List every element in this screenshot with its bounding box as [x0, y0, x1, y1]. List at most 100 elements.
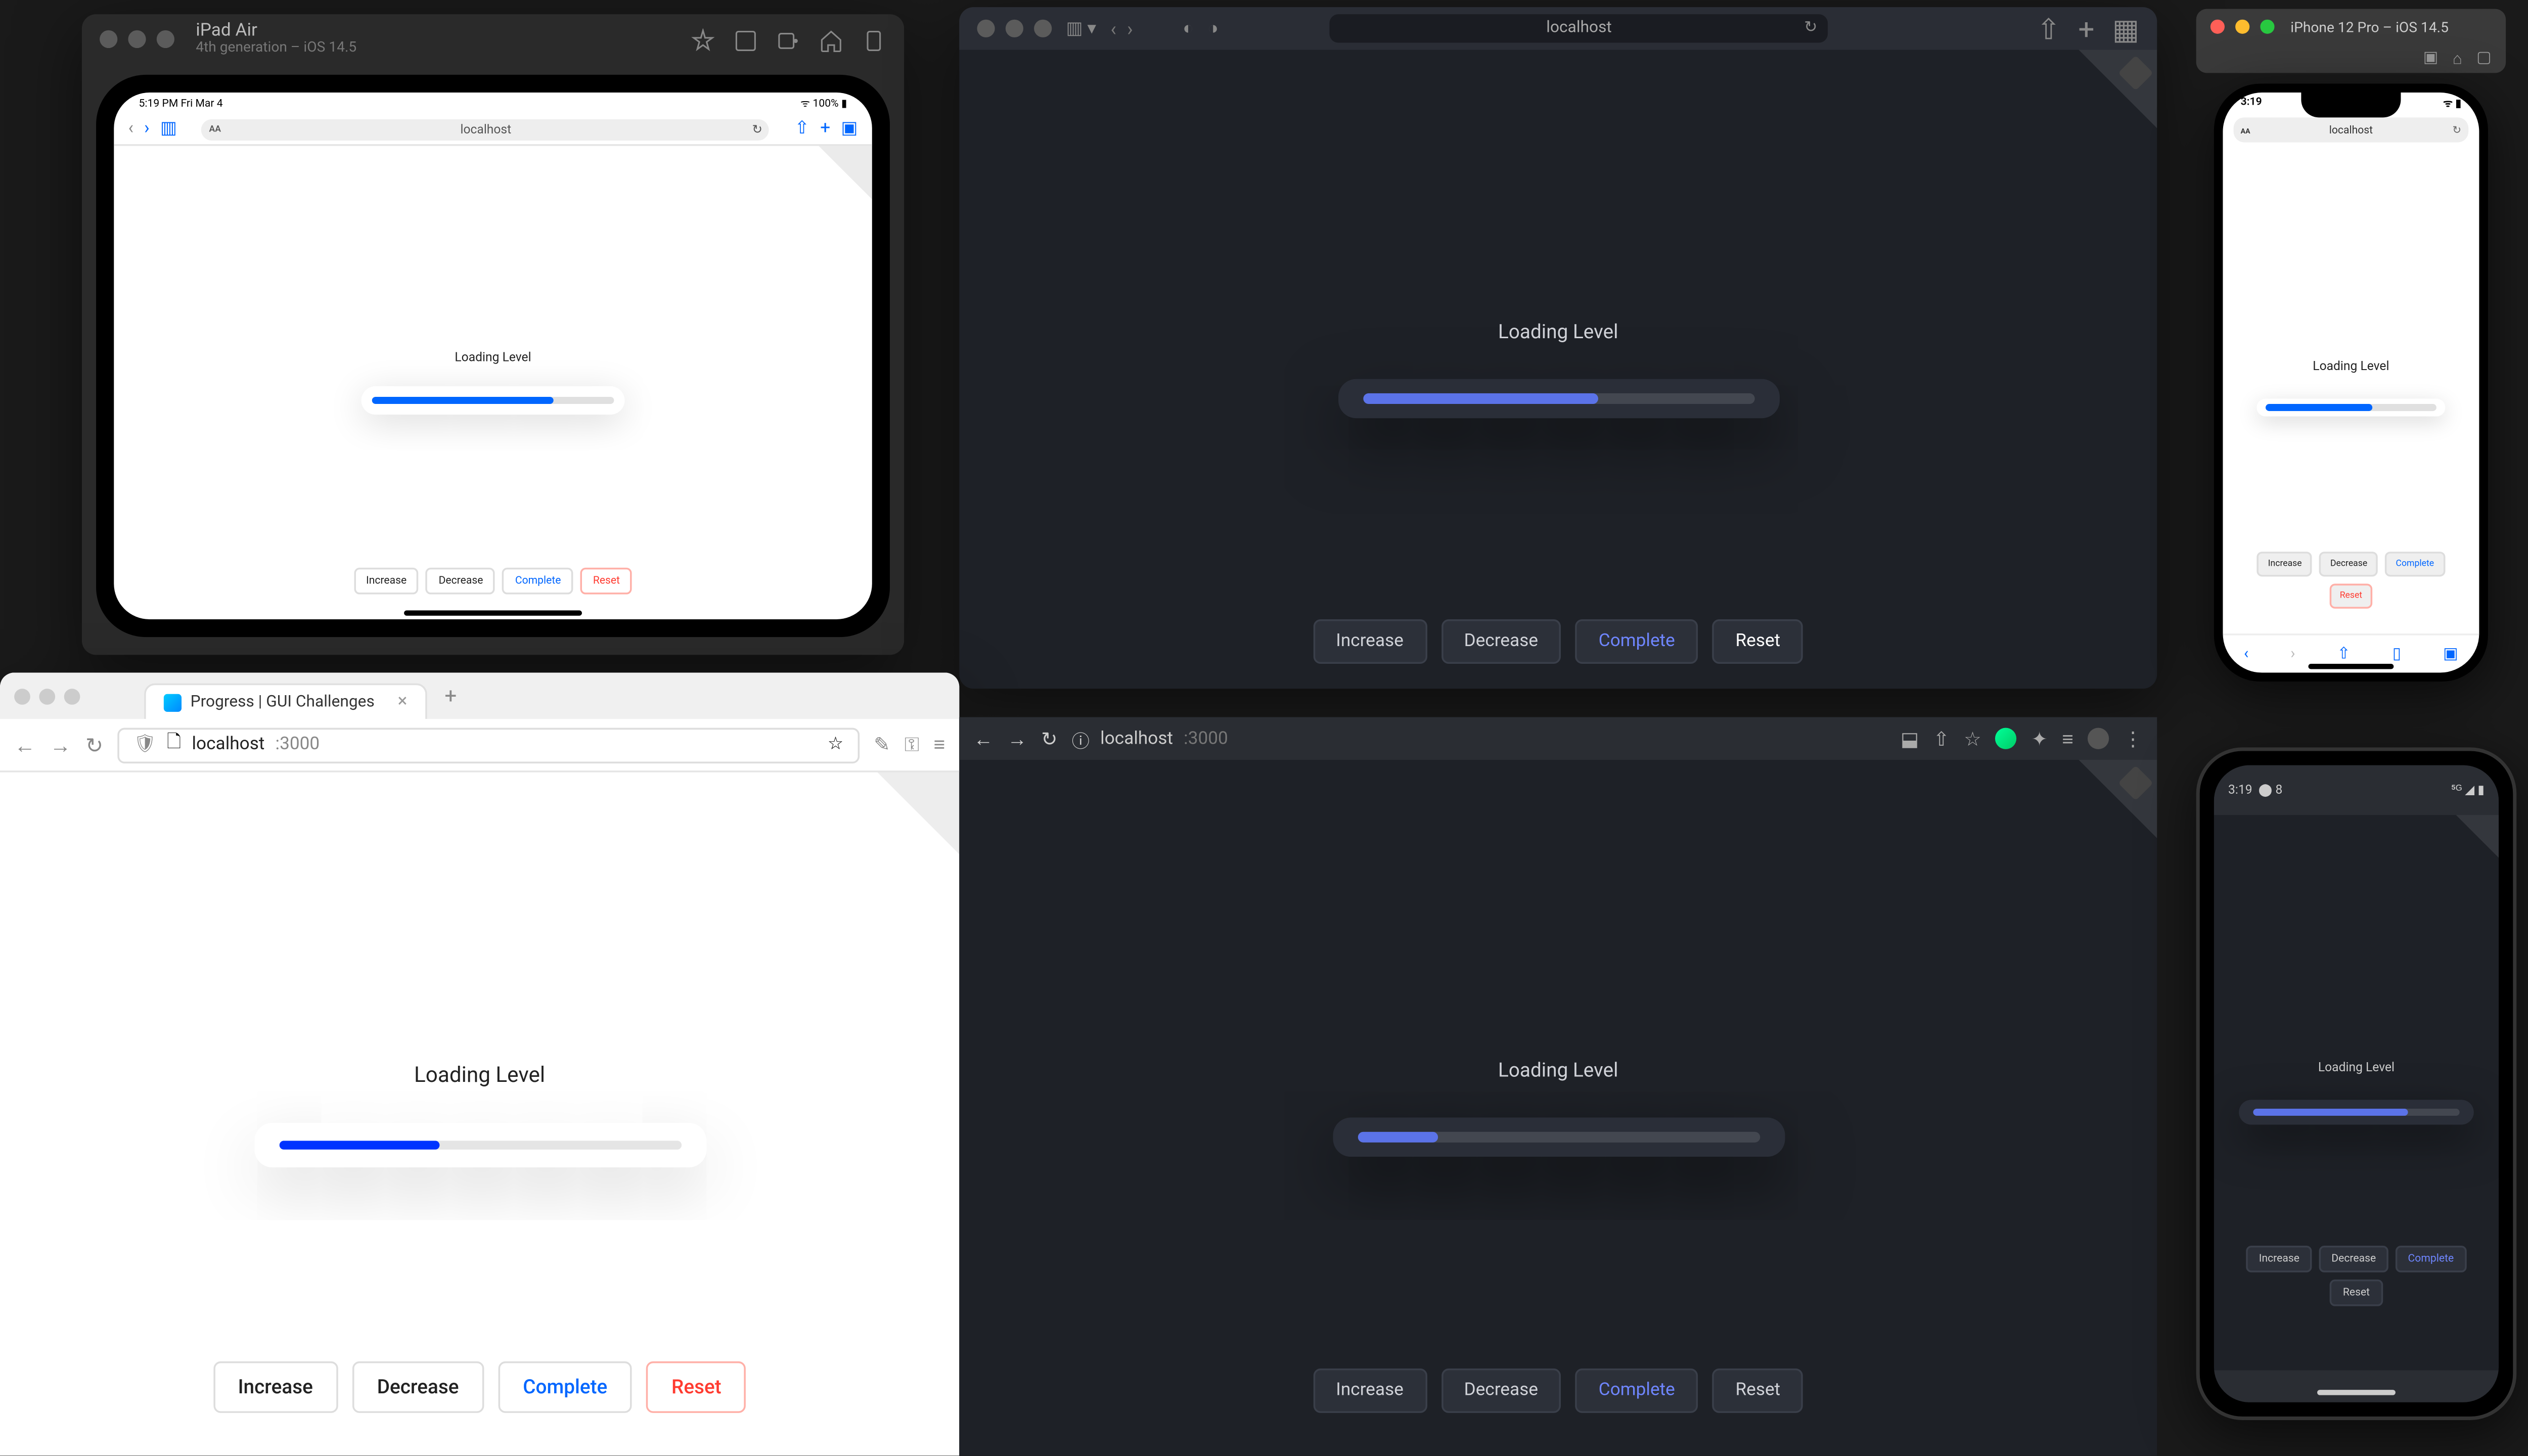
reset-button[interactable]: Reset	[580, 568, 633, 595]
increase-button[interactable]: Increase	[2258, 552, 2313, 576]
home-icon[interactable]	[819, 27, 843, 52]
reset-button[interactable]: Reset	[647, 1361, 746, 1413]
minimize-dot[interactable]	[2235, 20, 2249, 34]
zoom-dot[interactable]	[64, 688, 80, 704]
rotate-icon[interactable]: ▢	[2476, 50, 2492, 68]
share-icon[interactable]: ⇧	[2337, 645, 2351, 663]
new-tab-icon[interactable]: +	[820, 119, 830, 139]
close-dot[interactable]	[2210, 20, 2225, 34]
home-indicator[interactable]	[404, 610, 582, 616]
traffic-lights[interactable]	[2210, 20, 2275, 34]
forward-icon[interactable]: ›	[144, 119, 150, 139]
chrome-url-field[interactable]: ⓘ localhost:3000	[1072, 725, 1886, 752]
complete-button[interactable]: Complete	[2396, 1246, 2466, 1272]
reset-button[interactable]: Reset	[1712, 619, 1803, 664]
decrease-button[interactable]: Decrease	[1441, 1369, 1561, 1413]
shield-icon[interactable]: 🛡	[133, 735, 156, 755]
back-icon[interactable]: ‹	[2244, 645, 2249, 663]
extensions-icon[interactable]: ✦	[2032, 727, 2048, 750]
home-icon[interactable]: ⌂	[2453, 49, 2462, 69]
traffic-lights[interactable]	[14, 688, 94, 704]
bookmark-star-icon[interactable]: ☆	[1964, 727, 1981, 750]
minimize-dot[interactable]	[1006, 20, 1023, 37]
install-icon[interactable]: ⬓	[1901, 727, 1919, 750]
decrease-button[interactable]: Decrease	[352, 1361, 483, 1413]
close-dot[interactable]	[14, 688, 30, 704]
shield-icon[interactable]: ◐	[1183, 19, 1193, 38]
bookmarks-icon[interactable]: ▯	[2392, 645, 2401, 663]
safari-url-field[interactable]: localhost ↻	[1330, 14, 1828, 42]
screenshot-icon[interactable]: ▣	[2423, 50, 2439, 68]
profile-avatar[interactable]	[2088, 728, 2109, 749]
decrease-button[interactable]: Decrease	[2320, 552, 2378, 576]
back-icon[interactable]: ‹	[128, 119, 133, 139]
decrease-button[interactable]: Decrease	[1441, 619, 1561, 664]
reload-icon[interactable]: ↻	[1041, 727, 1057, 750]
tabs-icon[interactable]: ▣	[2443, 645, 2458, 663]
reader-aa-icon[interactable]: AA	[2241, 125, 2250, 134]
reload-icon[interactable]: ↻	[752, 122, 763, 136]
tabs-icon[interactable]: ▣	[841, 119, 857, 139]
rotate-icon[interactable]	[862, 27, 886, 52]
reset-button[interactable]: Reset	[1712, 1369, 1803, 1413]
record-icon[interactable]	[776, 27, 801, 52]
back-icon[interactable]: ‹	[1110, 17, 1116, 40]
decrease-button[interactable]: Decrease	[2319, 1246, 2388, 1272]
reset-button[interactable]: Reset	[2329, 584, 2373, 609]
iphone-url-field[interactable]: AA localhost ↻	[2234, 117, 2469, 142]
reading-list-icon[interactable]: ≡	[2062, 727, 2073, 750]
share-icon[interactable]: ⇧	[795, 119, 810, 139]
firefox-url-field[interactable]: 🛡 🗋 localhost:3000 ☆	[118, 727, 860, 762]
increase-button[interactable]: Increase	[213, 1361, 338, 1413]
close-dot[interactable]	[977, 20, 995, 37]
key-icon[interactable]: ⚿	[905, 732, 919, 757]
zoom-dot[interactable]	[2260, 20, 2274, 34]
bookmark-star-icon[interactable]: ☆	[828, 735, 844, 755]
close-dot[interactable]	[100, 30, 117, 48]
back-icon[interactable]: ←	[14, 732, 35, 757]
minimize-dot[interactable]	[39, 688, 55, 704]
increase-button[interactable]: Increase	[1313, 619, 1426, 664]
eyedropper-icon[interactable]: ✎	[874, 732, 890, 757]
tabs-icon[interactable]: ▦	[2112, 12, 2139, 46]
new-tab-button[interactable]: +	[434, 684, 467, 708]
browser-tab[interactable]: Progress | GUI Challenges ×	[144, 684, 427, 719]
complete-button[interactable]: Complete	[1575, 1369, 1698, 1413]
complete-button[interactable]: Complete	[503, 568, 573, 595]
appearance-icon[interactable]: ◑	[1208, 19, 1218, 38]
complete-button[interactable]: Complete	[498, 1361, 633, 1413]
reader-aa-icon[interactable]: AA	[209, 124, 221, 134]
ipad-titlebar[interactable]: iPad Air 4th generation – iOS 14.5	[82, 14, 904, 64]
home-indicator[interactable]	[2308, 664, 2394, 669]
close-tab-icon[interactable]: ×	[398, 692, 408, 712]
zoom-dot[interactable]	[1034, 20, 1052, 37]
reset-button[interactable]: Reset	[2330, 1280, 2382, 1306]
complete-button[interactable]: Complete	[1575, 619, 1698, 664]
extension-icon[interactable]	[1996, 728, 2017, 749]
sidebar-icon[interactable]: ▥	[160, 119, 177, 139]
zoom-dot[interactable]	[157, 30, 174, 48]
screenshot-icon[interactable]	[733, 27, 758, 52]
home-indicator[interactable]	[2317, 1390, 2396, 1395]
traffic-lights[interactable]	[977, 20, 1052, 37]
forward-icon[interactable]: ›	[1127, 17, 1133, 40]
share-icon[interactable]: ⇧	[1933, 727, 1950, 750]
increase-button[interactable]: Increase	[353, 568, 419, 595]
share-icon[interactable]: ⇧	[2037, 12, 2060, 46]
more-icon[interactable]: ⋮	[2123, 727, 2143, 750]
increase-button[interactable]: Increase	[2246, 1246, 2312, 1272]
reload-icon[interactable]: ↻	[1804, 20, 1818, 37]
ipad-url-field[interactable]: AA localhost ↻	[202, 118, 770, 140]
pin-icon[interactable]	[691, 27, 715, 52]
back-icon[interactable]: ←	[973, 727, 993, 750]
traffic-lights[interactable]	[100, 30, 174, 48]
reload-icon[interactable]: ↻	[85, 732, 103, 757]
new-tab-icon[interactable]: +	[2079, 12, 2095, 46]
complete-button[interactable]: Complete	[2385, 552, 2445, 576]
sidebar-icon[interactable]: ▥ ▾	[1066, 19, 1096, 38]
forward-icon[interactable]: →	[50, 732, 71, 757]
forward-icon[interactable]: →	[1007, 727, 1027, 750]
menu-icon[interactable]: ≡	[934, 732, 945, 757]
increase-button[interactable]: Increase	[1313, 1369, 1426, 1413]
decrease-button[interactable]: Decrease	[426, 568, 495, 595]
